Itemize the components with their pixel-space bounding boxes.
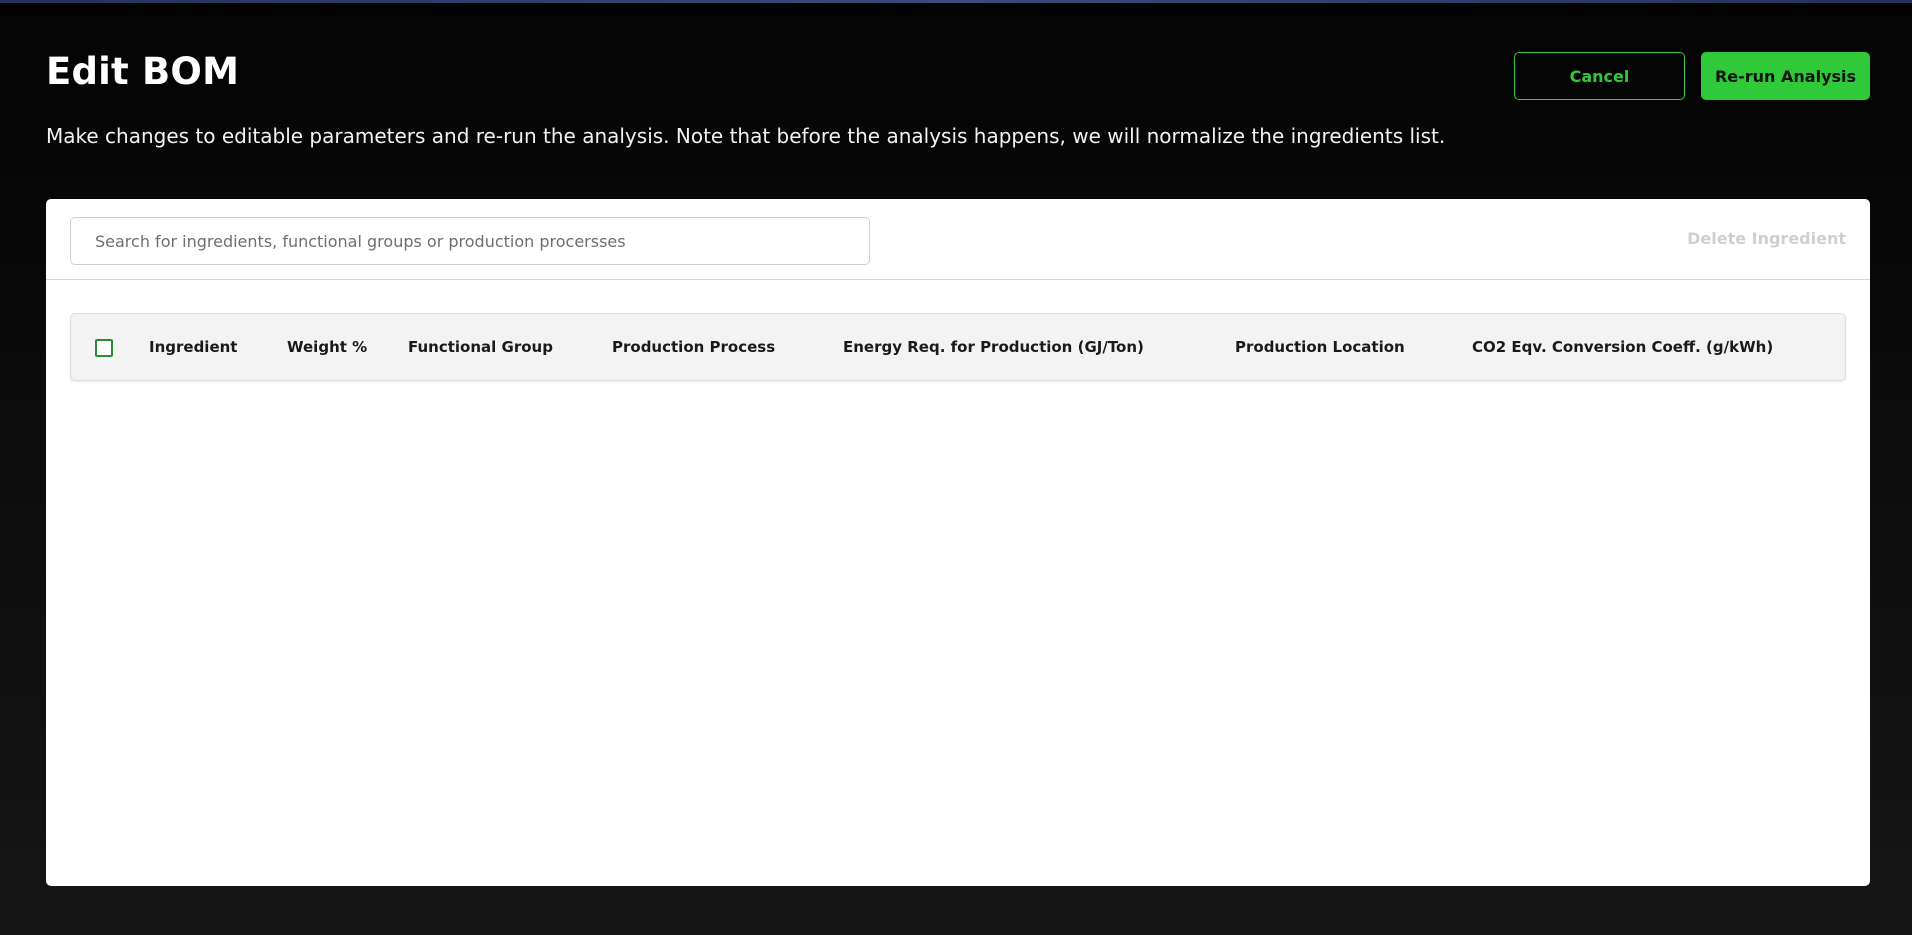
rerun-analysis-button[interactable]: Re-run Analysis <box>1701 52 1870 100</box>
column-header-functional-group[interactable]: Functional Group <box>408 338 553 356</box>
column-header-co2-coeff[interactable]: CO2 Eqv. Conversion Coeff. (g/kWh) <box>1472 338 1773 356</box>
column-header-ingredient[interactable]: Ingredient <box>149 338 237 356</box>
select-all-checkbox[interactable] <box>95 339 113 357</box>
column-header-energy-req[interactable]: Energy Req. for Production (GJ/Ton) <box>843 338 1144 356</box>
bom-panel: Delete Ingredient Ingredient Weight % Fu… <box>46 199 1870 886</box>
search-input[interactable] <box>70 217 870 265</box>
page-description: Make changes to editable parameters and … <box>46 124 1446 148</box>
column-header-production-location[interactable]: Production Location <box>1235 338 1405 356</box>
delete-ingredient-button[interactable]: Delete Ingredient <box>1687 229 1846 248</box>
cancel-button[interactable]: Cancel <box>1514 52 1685 100</box>
ingredients-table: Ingredient Weight % Functional Group Pro… <box>70 313 1846 381</box>
page-header: Edit BOM Make changes to editable parame… <box>46 48 1870 158</box>
column-header-production-process[interactable]: Production Process <box>612 338 775 356</box>
table-header-row: Ingredient Weight % Functional Group Pro… <box>71 314 1845 380</box>
top-accent-line <box>0 0 1912 3</box>
column-header-weight[interactable]: Weight % <box>287 338 367 356</box>
panel-toolbar: Delete Ingredient <box>46 199 1870 280</box>
page-title: Edit BOM <box>46 50 240 93</box>
